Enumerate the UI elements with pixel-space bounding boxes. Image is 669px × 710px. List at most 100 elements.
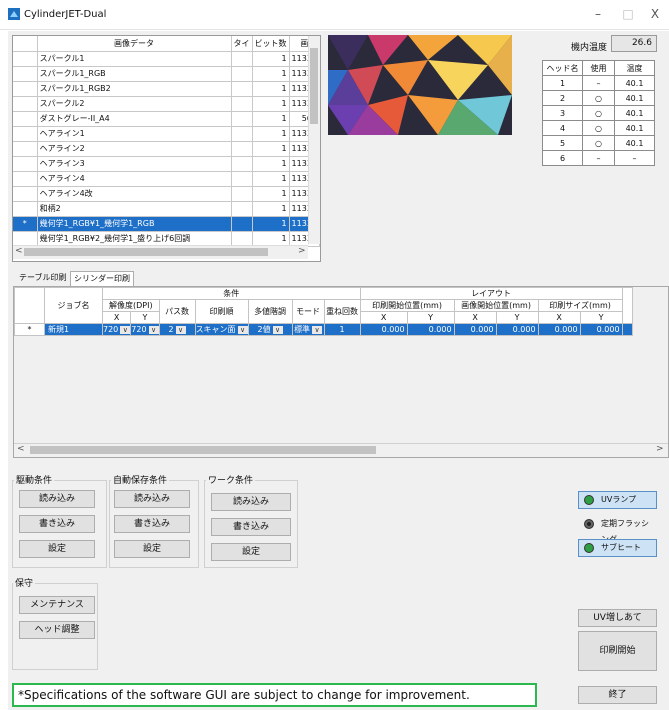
sub-heat-indicator[interactable]: サブヒート — [578, 539, 657, 557]
drive-settings-button[interactable]: 設定 — [19, 540, 95, 558]
chevron-down-icon[interactable]: ∨ — [175, 326, 186, 334]
layout-header: レイアウト — [359, 287, 623, 300]
autosave-settings-button[interactable]: 設定 — [114, 540, 190, 558]
image-name-cell: 幾何学1_RGB¥1_幾何学1_RGB — [37, 216, 232, 232]
head-adjust-button[interactable]: ヘッド調整 — [19, 621, 95, 639]
work-settings-button[interactable]: 設定 — [211, 543, 291, 561]
autosave-write-button[interactable]: 書き込み — [114, 515, 190, 533]
row-marker — [13, 96, 38, 112]
autosave-load-button[interactable]: 読み込み — [114, 490, 190, 508]
mode-combo[interactable]: 標準 ∨ — [291, 323, 325, 336]
chevron-down-icon[interactable]: ∨ — [272, 326, 283, 334]
row-marker — [13, 156, 38, 172]
scroll-left-icon[interactable]: < — [17, 444, 25, 454]
image-list-row[interactable]: * 幾何学1_RGB¥1_幾何学1_RGB 1 11339 — [13, 216, 320, 232]
image-list-row[interactable]: 幾何学1_RGB¥2_幾何学1_盛り上げ6回調 1 11339 — [13, 231, 320, 247]
uv-cure-button[interactable]: UV増しあて — [578, 609, 657, 627]
image-name-cell: ヘアライン4 — [37, 171, 232, 187]
size-y-cell[interactable]: 0.000 — [579, 323, 623, 336]
multivalue-header: 多値階調 — [247, 299, 293, 324]
periodic-flush-indicator[interactable]: 定期フラッシング — [578, 515, 657, 544]
window-title: CylinderJET-Dual — [24, 9, 107, 20]
image-type-cell — [231, 156, 253, 172]
head-name-cell: 4 — [542, 120, 583, 136]
image-list-row[interactable]: スパークル1_RGB2 1 11339 — [13, 81, 320, 97]
job-name-header: ジョブ名 — [44, 287, 103, 324]
close-button[interactable]: X — [645, 6, 665, 22]
order-combo[interactable]: スキャン面 ∨ — [194, 323, 249, 336]
image-list-row[interactable]: 和柄2 1 11339 — [13, 201, 320, 217]
uv-lamp-indicator[interactable]: UVランプ — [578, 491, 657, 509]
chevron-down-icon[interactable]: ∨ — [237, 326, 248, 334]
image-list-hscroll-thumb[interactable] — [24, 248, 268, 256]
overlap-cell[interactable]: 1 — [323, 323, 361, 336]
res-x-header: X — [101, 311, 132, 324]
image-list-row[interactable]: ヘアライン1 1 11339 — [13, 126, 320, 142]
work-load-button[interactable]: 読み込み — [211, 493, 291, 511]
image-list-row[interactable]: ヘアライン2 1 11339 — [13, 141, 320, 157]
exit-button[interactable]: 終了 — [578, 686, 657, 704]
disclaimer-note: *Specifications of the software GUI are … — [12, 683, 537, 707]
image-type-cell — [231, 231, 253, 247]
drive-load-button[interactable]: 読み込み — [19, 490, 95, 508]
header-type[interactable]: タイ — [231, 36, 253, 52]
print-x-cell[interactable]: 0.000 — [359, 323, 408, 336]
mode-value: 標準 — [294, 325, 311, 334]
head-use-cell: ○ — [582, 90, 615, 106]
scroll-right-icon[interactable]: > — [656, 444, 664, 454]
res-x-combo[interactable]: 720 ∨ — [101, 323, 132, 336]
res-y-combo[interactable]: 720 ∨ — [130, 323, 160, 336]
head-temp-cell: 40.1 — [614, 75, 655, 91]
image-list-row[interactable]: ヘアライン3 1 11339 — [13, 156, 320, 172]
job-grid-hscroll-thumb[interactable] — [30, 446, 376, 454]
scroll-left-icon[interactable]: < — [15, 246, 23, 256]
tab-table-print[interactable]: テーブル印刷 — [16, 271, 70, 286]
tab-cylinder-print[interactable]: シリンダー印刷 — [70, 271, 134, 286]
head-use-cell: – — [582, 75, 615, 91]
maintenance-button[interactable]: メンテナンス — [19, 596, 95, 614]
image-list-row[interactable]: ダストグレー-II_A41566 — [13, 111, 320, 127]
header-image-data[interactable]: 画像データ — [37, 36, 232, 52]
image-y-cell[interactable]: 0.000 — [495, 323, 539, 336]
print-y-cell[interactable]: 0.000 — [406, 323, 455, 336]
image-list-vscroll-thumb[interactable] — [310, 48, 318, 124]
image-bits-cell: 1 — [252, 81, 290, 97]
image-list-row[interactable]: スパークル1_RGB 1 11339 — [13, 66, 320, 82]
chevron-down-icon[interactable]: ∨ — [312, 326, 323, 334]
image-list-row[interactable]: ヘアライン4改 1 11339 — [13, 186, 320, 202]
led-icon — [584, 495, 594, 505]
image-bits-cell: 1 — [252, 66, 290, 82]
res-y-header: Y — [130, 311, 160, 324]
maximize-button[interactable]: □ — [618, 6, 638, 22]
size-x-cell[interactable]: 0.000 — [537, 323, 581, 336]
chevron-down-icon[interactable]: ∨ — [120, 326, 130, 334]
image-type-cell — [231, 201, 253, 217]
job-name-cell[interactable]: 新規1 — [44, 323, 103, 336]
image-x-cell[interactable]: 0.000 — [453, 323, 497, 336]
image-bits-cell: 1 — [252, 156, 290, 172]
job-grid-header-1: ジョブ名 条件 レイアウト — [14, 287, 633, 324]
image-list[interactable]: 画像データ タイ ビット数 画 スパークル1 1 11339 スパークル1_RGB 1 1… — [12, 35, 321, 262]
chevron-down-icon[interactable]: ∨ — [148, 326, 159, 334]
row-marker — [13, 171, 38, 187]
header-bits[interactable]: ビット数 — [252, 36, 290, 52]
image-list-row[interactable]: スパークル1 1 11339 — [13, 51, 320, 67]
image-type-cell — [231, 51, 253, 67]
drive-write-button[interactable]: 書き込み — [19, 515, 95, 533]
minimize-button[interactable]: – — [588, 6, 608, 22]
head-row: 4 ○ 40.1 — [542, 120, 655, 136]
scroll-right-icon[interactable]: > — [298, 246, 306, 256]
order-value: スキャン面 — [195, 325, 236, 334]
image-bits-cell: 1 — [252, 231, 290, 247]
print-start-button[interactable]: 印刷開始 — [578, 631, 657, 671]
passes-combo[interactable]: 2 ∨ — [158, 323, 196, 336]
job-row[interactable]: * 新規1 720 ∨ 720 ∨ 2 ∨ スキャン面 ∨ 2値 ∨ 標準 ∨ 1 0.00… — [14, 323, 633, 336]
image-list-row[interactable]: ヘアライン4 1 11339 — [13, 171, 320, 187]
head-name-cell: 1 — [542, 75, 583, 91]
image-name-cell: ヘアライン3 — [37, 156, 232, 172]
work-write-button[interactable]: 書き込み — [211, 518, 291, 536]
image-name-cell: 幾何学1_RGB¥2_幾何学1_盛り上げ6回調 — [37, 231, 232, 247]
multivalue-combo[interactable]: 2値 ∨ — [247, 323, 293, 336]
job-grid[interactable]: ジョブ名 条件 レイアウト 解像度(DPI) パス数 印刷順 多値階調 モード … — [13, 286, 669, 458]
image-list-row[interactable]: スパークル2 1 11339 — [13, 96, 320, 112]
